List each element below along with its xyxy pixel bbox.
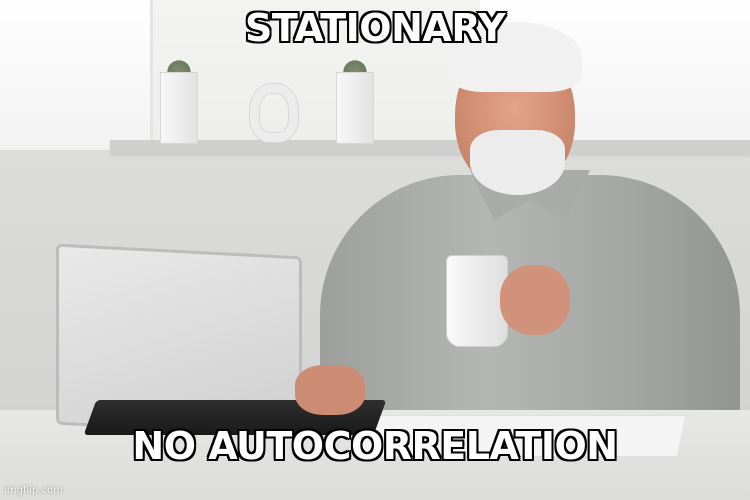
imgflip-watermark: imgflip.com xyxy=(4,485,63,496)
vase-left xyxy=(160,72,198,144)
meme-bottom-caption: NO AUTOCORRELATION xyxy=(132,424,618,468)
vase-right xyxy=(336,72,374,144)
coffee-mug xyxy=(446,255,508,347)
hand-on-keyboard xyxy=(295,365,365,415)
plant-left xyxy=(166,58,192,72)
hand-holding-mug xyxy=(500,265,570,335)
plant-right xyxy=(342,58,368,72)
person-beard xyxy=(470,130,565,195)
shelf xyxy=(110,140,750,154)
meme-top-caption: STATIONARY xyxy=(244,6,506,50)
ring-decoration xyxy=(250,84,298,142)
meme-image: STATIONARY NO AUTOCORRELATION imgflip.co… xyxy=(0,0,750,500)
